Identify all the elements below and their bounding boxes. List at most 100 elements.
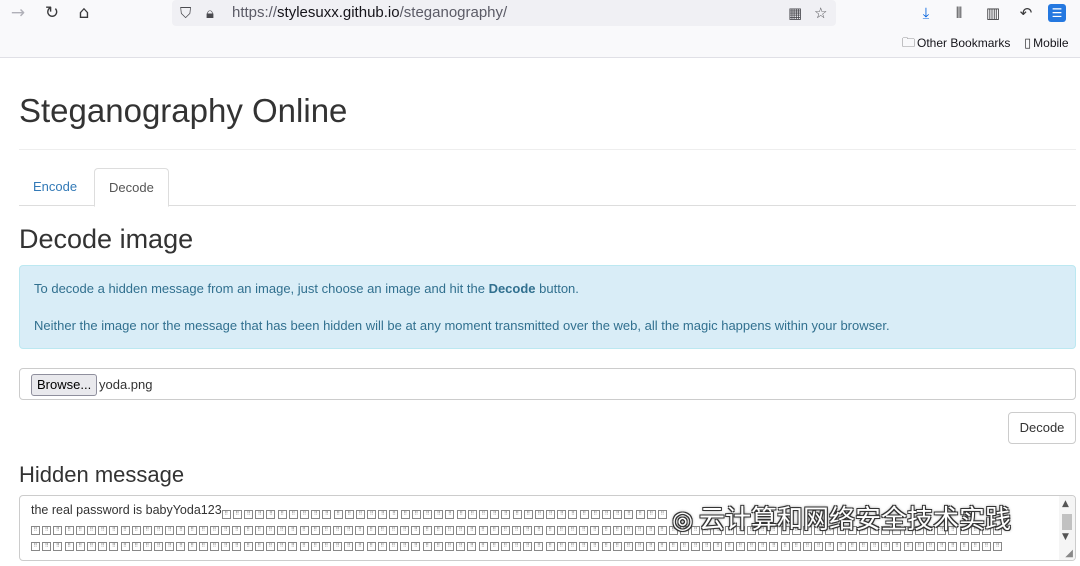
unprintable-char-glyph: ⠿	[142, 526, 152, 535]
unprintable-char-glyph: ⠿	[780, 542, 790, 551]
unprintable-char-glyph: ⠿	[858, 542, 868, 551]
unprintable-char-glyph: ⠿	[512, 526, 522, 535]
address-bar[interactable]: ⛉ 🔒︎ https://stylesuxx.github.io/stegano…	[172, 0, 836, 26]
scroll-thumb[interactable]	[1062, 514, 1072, 530]
unprintable-char-glyph: ⠿	[109, 542, 119, 551]
sidebar-icon[interactable]: ▥	[981, 2, 1005, 24]
page-title: Steganography Online	[19, 92, 348, 129]
unprintable-char-glyph: ⠿	[255, 510, 265, 519]
unprintable-char-glyph: ⠿	[668, 542, 678, 551]
unprintable-char-glyph: ⠿	[42, 542, 52, 551]
unprintable-char-glyph: ⠿	[64, 526, 74, 535]
unprintable-char-glyph: ⠿	[98, 542, 108, 551]
unprintable-char-glyph: ⠿	[948, 542, 958, 551]
scroll-up-icon[interactable]: ▲	[1062, 499, 1069, 509]
download-icon[interactable]: ⤓	[914, 2, 938, 24]
unprintable-char-glyph: ⠿	[568, 510, 578, 519]
unprintable-char-glyph: ⠿	[378, 510, 388, 519]
folder-icon: 🗀	[902, 36, 916, 51]
extension-icon[interactable]: ☰	[1048, 4, 1066, 22]
unprintable-char-glyph: ⠿	[635, 510, 645, 519]
unprintable-char-glyph: ⠿	[623, 542, 633, 551]
browse-button[interactable]: Browse...	[31, 374, 98, 396]
unprintable-char-glyph: ⠿	[624, 510, 634, 519]
star-icon[interactable]: ☆	[814, 3, 827, 23]
unprintable-char-glyph: ⠿	[232, 526, 242, 535]
unprintable-char-glyph: ⠿	[937, 542, 947, 551]
unprintable-char-glyph: ⠿	[612, 526, 622, 535]
undo-icon[interactable]: ↶	[1014, 2, 1038, 24]
unprintable-char-glyph: ⠿	[970, 542, 980, 551]
unprintable-char-glyph: ⠿	[243, 542, 253, 551]
unprintable-char-glyph: ⠿	[221, 542, 231, 551]
unprintable-char-glyph: ⠿	[814, 542, 824, 551]
wechat-icon: ◎	[672, 506, 693, 534]
unprintable-char-glyph: ⠿	[277, 510, 287, 519]
shield-icon[interactable]: ⛉	[180, 3, 191, 23]
unprintable-char-glyph: ⠿	[590, 526, 600, 535]
forward-icon[interactable]: →	[6, 2, 30, 24]
unprintable-char-glyph: ⠿	[512, 542, 522, 551]
unprintable-char-glyph: ⠿	[613, 510, 623, 519]
decode-button[interactable]: Decode	[1008, 412, 1076, 444]
unprintable-char-glyph: ⠿	[646, 526, 656, 535]
unprintable-char-glyph: ⠿	[433, 526, 443, 535]
unprintable-char-glyph: ⠿	[635, 542, 645, 551]
unprintable-char-glyph: ⠿	[344, 526, 354, 535]
unprintable-char-glyph: ⠿	[478, 542, 488, 551]
unprintable-char-glyph: ⠿	[556, 526, 566, 535]
unprintable-char-glyph: ⠿	[489, 526, 499, 535]
library-icon[interactable]: ⫴	[947, 2, 971, 24]
unprintable-char-glyph: ⠿	[176, 526, 186, 535]
tab-encode[interactable]: Encode	[19, 168, 91, 206]
unprintable-char-glyph: ⠿	[366, 526, 376, 535]
unprintable-char-glyph: ⠿	[288, 542, 298, 551]
phone-icon: ▯	[1024, 36, 1032, 51]
tab-decode[interactable]: Decode	[94, 168, 169, 207]
unprintable-char-glyph: ⠿	[444, 526, 454, 535]
unprintable-char-glyph: ⠿	[31, 542, 40, 551]
unprintable-char-glyph: ⠿	[579, 542, 589, 551]
unprintable-char-glyph: ⠿	[75, 526, 85, 535]
unprintable-char-glyph: ⠿	[254, 526, 264, 535]
unprintable-char-glyph: ⠿	[221, 526, 231, 535]
scroll-down-icon[interactable]: ▼	[1062, 532, 1069, 542]
unprintable-char-glyph: ⠿	[198, 542, 208, 551]
unprintable-char-glyph: ⠿	[478, 526, 488, 535]
info-line-2: Neither the image nor the message that h…	[34, 318, 890, 333]
unprintable-char-glyph: ⠿	[120, 542, 130, 551]
unprintable-char-glyph: ⠿	[546, 510, 556, 519]
unprintable-char-glyph: ⠿	[623, 526, 633, 535]
unprintable-char-glyph: ⠿	[355, 542, 365, 551]
unprintable-char-glyph: ⠿	[355, 526, 365, 535]
unprintable-char-glyph: ⠿	[243, 526, 253, 535]
unprintable-char-glyph: ⠿	[568, 526, 577, 535]
unprintable-char-glyph: ⠿	[523, 526, 533, 535]
reload-icon[interactable]: ↻	[40, 2, 64, 24]
file-input[interactable]: Browse... yoda.png	[19, 368, 1076, 400]
bookmark-other[interactable]: 🗀 Other Bookmarks	[902, 35, 1010, 52]
selected-file-name: yoda.png	[99, 377, 153, 392]
lock-icon[interactable]: 🔒︎	[206, 3, 214, 23]
url-text[interactable]: https://stylesuxx.github.io/steganograph…	[232, 3, 507, 23]
hidden-message-heading: Hidden message	[19, 462, 185, 487]
unprintable-char-glyph: ⠿	[154, 542, 164, 551]
info-line-1: To decode a hidden message from an image…	[34, 281, 579, 296]
qr-code-icon[interactable]: ▦	[788, 3, 802, 23]
unprintable-char-glyph: ⠿	[646, 542, 656, 551]
unprintable-char-glyph: ⠿	[187, 542, 197, 551]
divider	[19, 149, 1076, 150]
unprintable-char-glyph: ⠿	[579, 526, 589, 535]
unprintable-char-glyph: ⠿	[735, 542, 745, 551]
unprintable-char-glyph: ⠿	[456, 526, 466, 535]
unprintable-char-glyph: ⠿	[557, 510, 567, 519]
resize-grip-icon[interactable]: ◢	[1065, 548, 1073, 559]
bookmark-mobile[interactable]: ▯ Mobile	[1024, 35, 1069, 52]
unprintable-char-glyph: ⠿	[333, 542, 343, 551]
unprintable-char-glyph: ⠿	[355, 510, 365, 519]
unprintable-char-glyph: ⠿	[86, 542, 96, 551]
unprintable-char-glyph: ⠿	[892, 542, 902, 551]
home-icon[interactable]: ⌂	[72, 2, 96, 24]
unprintable-char-glyph: ⠿	[400, 510, 410, 519]
unprintable-char-glyph: ⠿	[53, 526, 63, 535]
